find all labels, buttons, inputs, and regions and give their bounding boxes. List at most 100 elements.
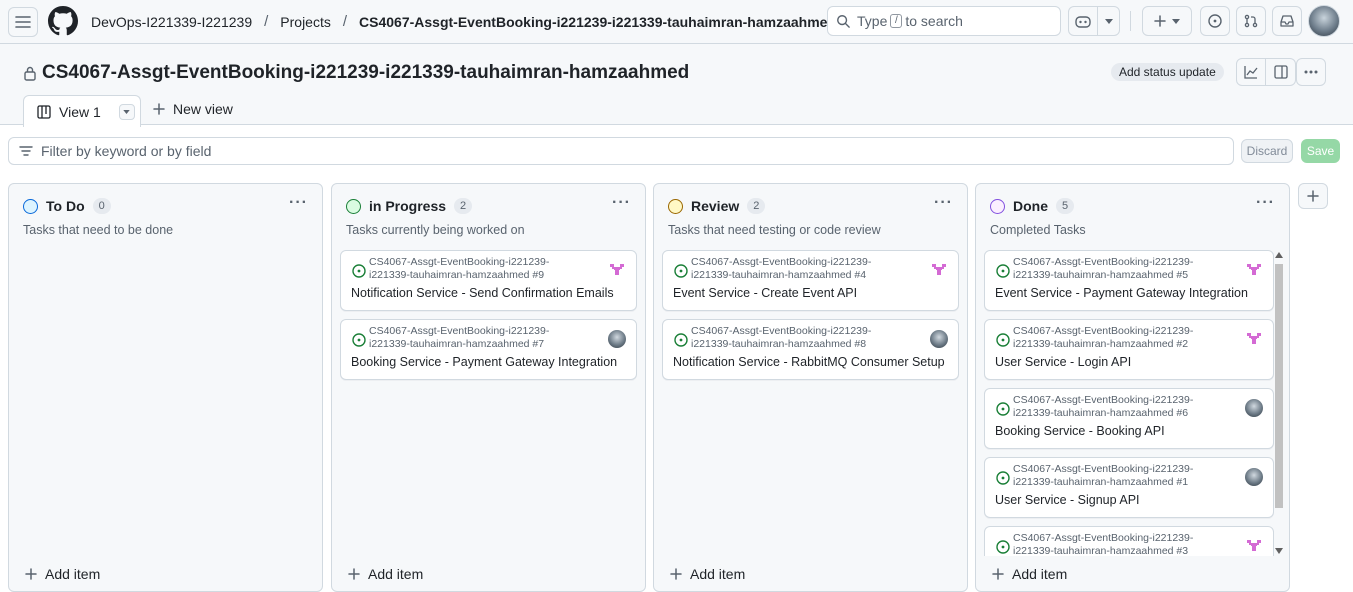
column-description: Tasks currently being worked on — [346, 223, 525, 237]
copilot-button-group — [1068, 6, 1120, 36]
assignee-avatar[interactable] — [930, 261, 948, 279]
breadcrumb-org[interactable]: DevOps-I221339-I221239 — [91, 14, 252, 30]
assignee-avatar[interactable] — [1245, 330, 1263, 348]
new-view-button[interactable]: New view — [153, 101, 233, 117]
status-circle-icon — [668, 198, 683, 214]
issue-opened-icon — [996, 333, 1010, 347]
issue-card[interactable]: CS4067-Assgt-EventBooking-i221239- i22133… — [984, 388, 1274, 449]
issue-opened-icon — [352, 333, 366, 347]
view-options-button[interactable] — [118, 103, 135, 120]
add-status-update-button[interactable]: Add status update — [1111, 63, 1224, 81]
inbox-icon — [1280, 15, 1294, 27]
pull-requests-button[interactable] — [1236, 6, 1266, 36]
add-item-label: Add item — [1012, 566, 1068, 582]
card-title[interactable]: User Service - Signup API — [995, 493, 1140, 507]
copilot-dropdown-button[interactable] — [1098, 7, 1119, 35]
filter-icon — [19, 146, 33, 156]
card-repo: CS4067-Assgt-EventBooking-i221239- i22133… — [1013, 463, 1194, 488]
column-scrollbar[interactable] — [1274, 250, 1284, 556]
card-title[interactable]: Booking Service - Booking API — [995, 424, 1165, 438]
assignee-avatar[interactable] — [930, 330, 948, 348]
project-title-text: CS4067-Assgt-EventBooking-i221239-i22133… — [42, 62, 690, 83]
side-panel-button[interactable] — [1266, 58, 1296, 86]
add-item-button[interactable]: Add item — [670, 566, 745, 582]
add-item-button[interactable]: Add item — [348, 566, 423, 582]
new-view-label: New view — [173, 101, 233, 117]
breadcrumb-project[interactable]: CS4067-Assgt-EventBooking-i221239-i22133… — [359, 14, 836, 30]
scroll-up-arrow-icon[interactable] — [1275, 252, 1283, 258]
scroll-down-arrow-icon[interactable] — [1275, 548, 1283, 554]
issue-card[interactable]: CS4067-Assgt-EventBooking-i221239- i22133… — [984, 319, 1274, 380]
plus-icon — [1154, 15, 1166, 27]
column-count-badge: 5 — [1056, 198, 1074, 214]
github-logo-icon[interactable] — [48, 6, 78, 36]
column-count-badge: 2 — [454, 198, 473, 214]
add-item-button[interactable]: Add item — [25, 566, 100, 582]
assignee-avatar[interactable] — [1245, 468, 1263, 486]
issue-card[interactable]: CS4067-Assgt-EventBooking-i221239- i22133… — [984, 457, 1274, 518]
issues-button[interactable] — [1200, 6, 1230, 36]
card-title[interactable]: Notification Service - RabbitMQ Consumer… — [673, 355, 945, 369]
identicon-icon — [1247, 333, 1261, 344]
user-avatar[interactable] — [1308, 5, 1340, 37]
copilot-icon — [1075, 16, 1091, 28]
add-item-button[interactable]: Add item — [992, 566, 1067, 582]
column-name: in Progress — [369, 198, 447, 214]
discard-button[interactable]: Discard — [1241, 139, 1293, 163]
card-title[interactable]: Event Service - Payment Gateway Integrat… — [995, 286, 1248, 300]
status-circle-icon — [346, 198, 361, 214]
assignee-avatar[interactable] — [608, 330, 626, 348]
project-more-button[interactable] — [1296, 58, 1326, 86]
breadcrumb-projects[interactable]: Projects — [280, 14, 331, 30]
column-name: Done — [1013, 198, 1048, 214]
issue-card[interactable]: CS4067-Assgt-EventBooking-i221239- i22133… — [984, 526, 1274, 556]
add-column-button[interactable] — [1298, 183, 1328, 209]
card-repo: CS4067-Assgt-EventBooking-i221239- i22133… — [691, 256, 872, 281]
column-description: Tasks that need to be done — [23, 223, 174, 237]
issue-card[interactable]: CS4067-Assgt-EventBooking-i221239- i22133… — [340, 319, 637, 380]
card-repo: CS4067-Assgt-EventBooking-i221239- i22133… — [1013, 394, 1194, 419]
breadcrumb-separator: / — [264, 13, 269, 30]
issue-card[interactable]: CS4067-Assgt-EventBooking-i221239- i22133… — [662, 319, 959, 380]
plus-icon — [153, 103, 165, 115]
card-title[interactable]: Event Service - Create Event API — [673, 286, 857, 300]
card-title[interactable]: Booking Service - Payment Gateway Integr… — [351, 355, 617, 369]
card-repo: CS4067-Assgt-EventBooking-i221239- i22133… — [369, 256, 550, 281]
search-input[interactable]: Type / to search — [827, 6, 1061, 36]
insights-button[interactable] — [1236, 58, 1266, 86]
plus-icon — [348, 568, 360, 580]
create-new-button[interactable] — [1142, 6, 1192, 36]
issue-card[interactable]: CS4067-Assgt-EventBooking-i221239- i22133… — [340, 250, 637, 311]
card-title[interactable]: Notification Service - Send Confirmation… — [351, 286, 614, 300]
issue-opened-icon — [1208, 14, 1222, 28]
assignee-avatar[interactable] — [1245, 399, 1263, 417]
card-repo: CS4067-Assgt-EventBooking-i221239- i22133… — [369, 325, 550, 350]
identicon-icon — [1247, 264, 1261, 275]
assignee-avatar[interactable] — [608, 261, 626, 279]
column-more-button[interactable]: ··· — [612, 194, 631, 212]
board-column-todo: To Do 0 ··· Tasks that need to be done A… — [8, 183, 323, 592]
card-title[interactable]: User Service - Login API — [995, 355, 1131, 369]
save-button[interactable]: Save — [1301, 139, 1340, 163]
tab-view-1[interactable]: View 1 — [23, 95, 141, 127]
add-item-label: Add item — [45, 566, 101, 582]
menu-button[interactable] — [8, 7, 38, 37]
assignee-avatar[interactable] — [1245, 261, 1263, 279]
plus-icon — [670, 568, 682, 580]
column-header: To Do 0 — [23, 198, 111, 214]
graph-icon — [1244, 66, 1258, 79]
column-more-button[interactable]: ··· — [1256, 194, 1275, 212]
status-circle-icon — [990, 198, 1005, 214]
issue-card[interactable]: CS4067-Assgt-EventBooking-i221239- i22133… — [984, 250, 1274, 311]
board-column-done: Done 5 ··· Completed Tasks CS4067-Assgt-… — [975, 183, 1290, 592]
inbox-button[interactable] — [1272, 6, 1302, 36]
column-more-button[interactable]: ··· — [289, 194, 308, 212]
assignee-avatar[interactable] — [1245, 537, 1263, 555]
issue-opened-icon — [996, 402, 1010, 416]
project-header: CS4067-Assgt-EventBooking-i221239-i22133… — [0, 43, 1353, 127]
issue-card[interactable]: CS4067-Assgt-EventBooking-i221239- i22133… — [662, 250, 959, 311]
column-more-button[interactable]: ··· — [934, 194, 953, 212]
filter-input[interactable]: Filter by keyword or by field — [8, 137, 1234, 165]
copilot-button[interactable] — [1069, 7, 1099, 35]
scrollbar-thumb[interactable] — [1275, 264, 1283, 508]
